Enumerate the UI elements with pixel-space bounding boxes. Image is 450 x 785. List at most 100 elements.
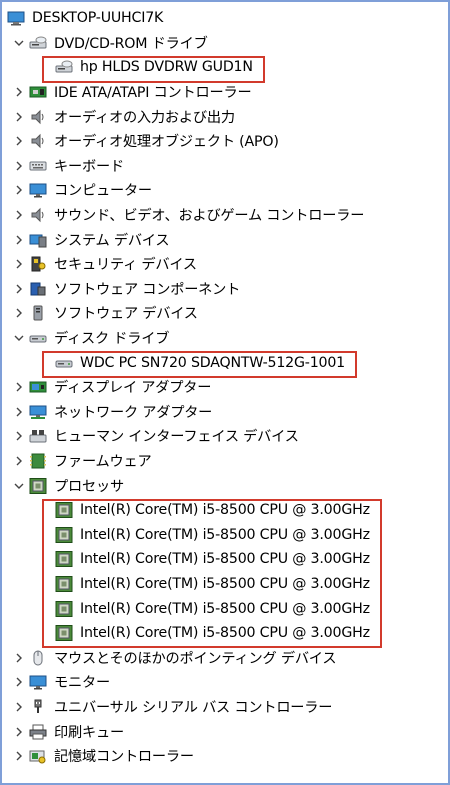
device-item[interactable]: Intel(R) Core(TM) i5-8500 CPU @ 3.00GHz — [2, 572, 448, 597]
category-item[interactable]: モニター — [2, 670, 448, 695]
system-devices-icon — [28, 231, 48, 249]
category-item[interactable]: ネットワーク アダプター — [2, 400, 448, 425]
category-item[interactable]: ヒューマン インターフェイス デバイス — [2, 424, 448, 449]
speaker-icon — [28, 206, 48, 224]
tree-root[interactable]: DESKTOP-UUHCI7K — [2, 6, 448, 31]
chevron-down-icon[interactable] — [10, 34, 28, 52]
device-label: ヒューマン インターフェイス デバイス — [54, 429, 299, 446]
device-label: ソフトウェア デバイス — [54, 306, 198, 323]
device-item[interactable]: Intel(R) Core(TM) i5-8500 CPU @ 3.00GHz — [2, 596, 448, 621]
device-label: ディスプレイ アダプター — [54, 380, 212, 397]
device-label: WDC PC SN720 SDAQNTW-512G-1001 — [80, 354, 346, 371]
device-label: Intel(R) Core(TM) i5-8500 CPU @ 3.00GHz — [80, 575, 370, 592]
monitor-icon — [28, 181, 48, 199]
device-label: Intel(R) Core(TM) i5-8500 CPU @ 3.00GHz — [80, 502, 370, 519]
chevron-right-icon[interactable] — [10, 132, 28, 150]
category-item[interactable]: マウスとそのほかのポインティング デバイス — [2, 645, 448, 670]
processor-icon — [54, 550, 74, 568]
category-item[interactable]: ディスク ドライブ — [2, 326, 448, 351]
category-item[interactable]: IDE ATA/ATAPI コントローラー — [2, 80, 448, 105]
chevron-right-icon[interactable] — [10, 649, 28, 667]
printer-icon — [28, 723, 48, 741]
device-label: ユニバーサル シリアル バス コントローラー — [54, 699, 333, 716]
chevron-right-icon[interactable] — [10, 452, 28, 470]
device-item[interactable]: WDC PC SN720 SDAQNTW-512G-1001 — [2, 350, 448, 375]
chevron-down-icon[interactable] — [10, 477, 28, 495]
chevron-right-icon[interactable] — [10, 403, 28, 421]
chevron-right-icon[interactable] — [10, 181, 28, 199]
device-label: マウスとそのほかのポインティング デバイス — [54, 650, 337, 667]
chevron-down-icon[interactable] — [10, 329, 28, 347]
device-label: hp HLDS DVDRW GUD1N — [80, 59, 253, 76]
chevron-right-icon[interactable] — [10, 723, 28, 741]
software-component-icon — [28, 280, 48, 298]
device-item[interactable]: hp HLDS DVDRW GUD1N — [2, 55, 448, 80]
processor-icon — [54, 575, 74, 593]
storage-controller-icon — [28, 747, 48, 765]
device-item[interactable]: Intel(R) Core(TM) i5-8500 CPU @ 3.00GHz — [2, 498, 448, 523]
chevron-right-icon[interactable] — [10, 698, 28, 716]
display-adapter-icon — [28, 378, 48, 396]
chevron-right-icon[interactable] — [10, 427, 28, 445]
chevron-right-icon[interactable] — [10, 206, 28, 224]
chevron-right-icon[interactable] — [10, 378, 28, 396]
speaker-icon — [28, 132, 48, 150]
root-label: DESKTOP-UUHCI7K — [32, 10, 164, 27]
device-item[interactable]: Intel(R) Core(TM) i5-8500 CPU @ 3.00GHz — [2, 621, 448, 646]
firmware-icon — [28, 452, 48, 470]
software-device-icon — [28, 304, 48, 322]
category-item[interactable]: DVD/CD-ROM ドライブ — [2, 31, 448, 56]
chevron-right-icon[interactable] — [10, 231, 28, 249]
device-label: ディスク ドライブ — [54, 331, 170, 348]
category-item[interactable]: ソフトウェア デバイス — [2, 301, 448, 326]
usb-icon — [28, 698, 48, 716]
category-item[interactable]: キーボード — [2, 154, 448, 179]
chevron-right-icon[interactable] — [10, 108, 28, 126]
device-label: 記憶域コントローラー — [54, 749, 194, 766]
category-item[interactable]: ファームウェア — [2, 449, 448, 474]
chevron-right-icon[interactable] — [10, 673, 28, 691]
category-item[interactable]: セキュリティ デバイス — [2, 252, 448, 277]
speaker-icon — [28, 108, 48, 126]
category-item[interactable]: コンピューター — [2, 178, 448, 203]
device-item[interactable]: Intel(R) Core(TM) i5-8500 CPU @ 3.00GHz — [2, 547, 448, 572]
device-label: システム デバイス — [54, 232, 170, 249]
processor-icon — [54, 501, 74, 519]
device-label: ソフトウェア コンポーネント — [54, 281, 241, 298]
device-item[interactable]: Intel(R) Core(TM) i5-8500 CPU @ 3.00GHz — [2, 522, 448, 547]
dvd-drive-icon — [54, 58, 74, 76]
device-tree: DESKTOP-UUHCI7K DVD/CD-ROM ドライブ hp HLDS D… — [2, 6, 448, 768]
ide-controller-icon — [28, 83, 48, 101]
category-item[interactable]: オーディオの入力および出力 — [2, 104, 448, 129]
chevron-right-icon[interactable] — [10, 304, 28, 322]
device-label: 印刷キュー — [54, 724, 124, 741]
chevron-right-icon[interactable] — [10, 747, 28, 765]
category-item[interactable]: ディスプレイ アダプター — [2, 375, 448, 400]
processor-icon — [54, 526, 74, 544]
category-item[interactable]: ソフトウェア コンポーネント — [2, 277, 448, 302]
category-item[interactable]: システム デバイス — [2, 227, 448, 252]
chevron-right-icon[interactable] — [10, 280, 28, 298]
category-item[interactable]: プロセッサ — [2, 473, 448, 498]
network-adapter-icon — [28, 403, 48, 421]
chevron-right-icon[interactable] — [10, 157, 28, 175]
category-item[interactable]: サウンド、ビデオ、およびゲーム コントローラー — [2, 203, 448, 228]
category-item[interactable]: ユニバーサル シリアル バス コントローラー — [2, 695, 448, 720]
device-label: プロセッサ — [54, 478, 124, 495]
device-label: IDE ATA/ATAPI コントローラー — [54, 85, 252, 102]
category-item[interactable]: 記憶域コントローラー — [2, 744, 448, 769]
mouse-icon — [28, 649, 48, 667]
processor-icon — [54, 600, 74, 618]
device-label: Intel(R) Core(TM) i5-8500 CPU @ 3.00GHz — [80, 551, 370, 568]
monitor-icon — [28, 673, 48, 691]
processor-icon — [28, 477, 48, 495]
device-label: キーボード — [54, 158, 124, 175]
category-item[interactable]: 印刷キュー — [2, 719, 448, 744]
category-item[interactable]: オーディオ処理オブジェクト (APO) — [2, 129, 448, 154]
device-label: Intel(R) Core(TM) i5-8500 CPU @ 3.00GHz — [80, 600, 370, 617]
chevron-right-icon[interactable] — [10, 83, 28, 101]
hid-icon — [28, 427, 48, 445]
device-label: DVD/CD-ROM ドライブ — [54, 35, 208, 52]
device-manager-panel: DESKTOP-UUHCI7K DVD/CD-ROM ドライブ hp HLDS D… — [0, 0, 450, 785]
chevron-right-icon[interactable] — [10, 255, 28, 273]
